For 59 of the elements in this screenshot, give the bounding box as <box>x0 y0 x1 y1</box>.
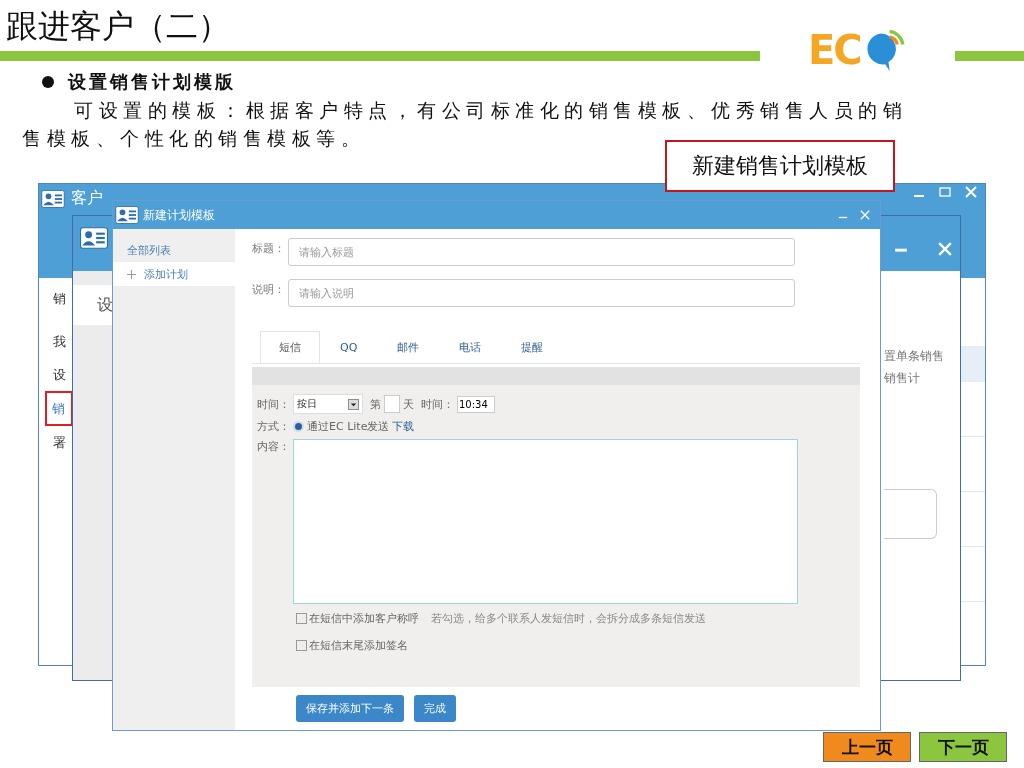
menu-item[interactable]: 我 <box>39 325 73 358</box>
checkbox[interactable] <box>296 612 307 624</box>
slide-title: 跟进客户（二） <box>5 6 230 47</box>
tab[interactable]: 邮件 <box>377 331 440 363</box>
tab[interactable]: 设 <box>73 285 113 325</box>
plus-icon <box>127 269 136 279</box>
content-field[interactable] <box>293 439 798 604</box>
dialog-title: 新建计划模板 <box>143 206 216 224</box>
input-field[interactable] <box>884 489 937 539</box>
sidebar-label: 全部列表 <box>127 242 171 258</box>
bullet-icon <box>42 76 54 88</box>
checkbox[interactable] <box>296 639 307 651</box>
field-label: 说明： <box>252 282 286 297</box>
menu-item[interactable]: 署 <box>39 426 73 459</box>
contact-card-icon <box>41 189 65 208</box>
close-icon[interactable] <box>938 241 952 256</box>
close-icon[interactable] <box>965 186 977 198</box>
bullet-heading: 设置销售计划模版 <box>68 70 236 94</box>
field-label: 时间： <box>257 396 290 412</box>
sidebar-item[interactable]: 添加计划 <box>113 262 235 286</box>
tab[interactable]: 电话 <box>439 331 502 363</box>
download-link[interactable]: 下载 <box>392 419 415 434</box>
sidebar-label: 添加计划 <box>144 266 188 282</box>
time-field[interactable]: 10:34 <box>457 395 495 413</box>
contact-card-icon <box>115 206 139 224</box>
field-label: 方式： <box>257 419 290 434</box>
field-label: 天 <box>403 396 414 412</box>
window-title: 客户 <box>71 188 103 209</box>
input-field[interactable]: 请输入说明 <box>288 279 795 307</box>
input-field[interactable] <box>384 395 400 413</box>
callout-label: 新建销售计划模板 <box>665 140 895 192</box>
accent-bar <box>955 51 1024 61</box>
field-label: 时间： <box>421 396 454 412</box>
checkbox-label: 在短信末尾添加签名 <box>309 637 408 653</box>
hint-text: 若勾选，给多个联系人发短信时，会拆分成多条短信发送 <box>431 610 706 626</box>
radio-button[interactable] <box>293 421 304 432</box>
page-button[interactable]: 下一页 <box>919 732 1007 762</box>
input-field[interactable]: 请输入标题 <box>288 238 795 266</box>
action-button[interactable]: 完成 <box>414 695 456 722</box>
menu-item[interactable]: 设 <box>39 358 73 391</box>
description-text: 置单条销售 <box>883 348 945 365</box>
dropdown[interactable]: 按日 <box>293 394 363 414</box>
close-icon[interactable] <box>860 210 870 220</box>
radio-label: 通过EC Lite发送 <box>307 419 390 434</box>
maximize-icon[interactable] <box>939 186 951 198</box>
menu-item[interactable]: 销 <box>39 282 73 315</box>
checkbox-label: 在短信中添加客户称呼 <box>309 610 419 626</box>
contact-card-icon <box>80 224 108 252</box>
logo-text: EC <box>808 26 861 74</box>
sidebar-item[interactable]: 全部列表 <box>113 238 235 262</box>
field-label: 内容： <box>257 439 290 454</box>
description-text: 销售计 <box>883 370 921 387</box>
field-label: 标题： <box>252 241 286 256</box>
field-label: 第 <box>370 396 381 412</box>
action-button[interactable]: 保存并添加下一条 <box>296 695 404 722</box>
tab[interactable]: QQ <box>320 331 378 363</box>
tab[interactable]: 短信 <box>260 331 320 363</box>
tab[interactable]: 提醒 <box>501 331 564 363</box>
page-button[interactable]: 上一页 <box>823 732 911 762</box>
